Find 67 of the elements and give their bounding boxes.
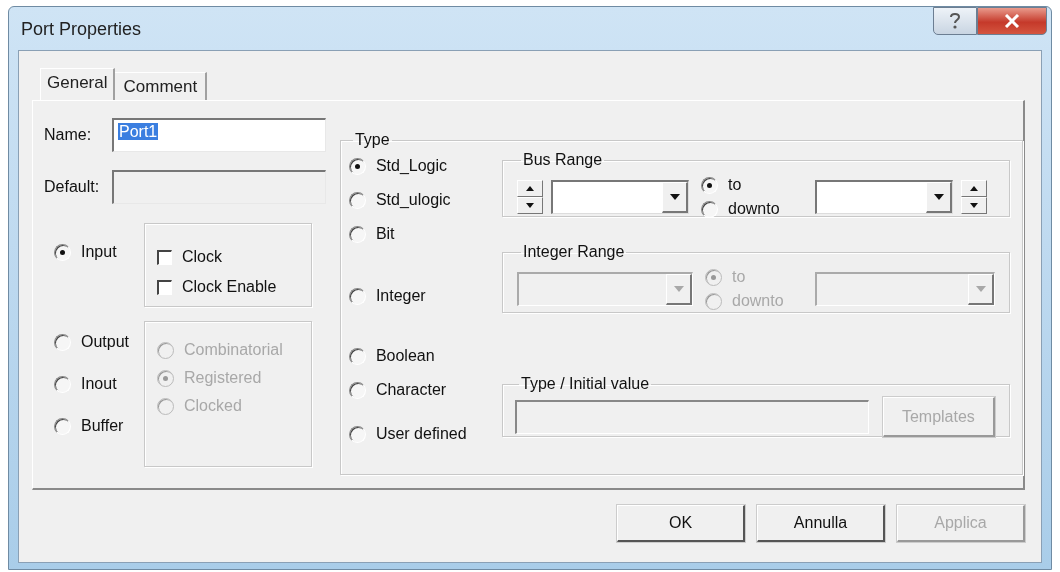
radio-button[interactable] (54, 375, 71, 393)
dialog-button[interactable]: Annulla (757, 505, 885, 542)
group-title: Bus Range (522, 151, 604, 169)
radio-button[interactable] (54, 417, 71, 435)
radio-label: Std_Logic (375, 157, 448, 175)
caret-down-icon (933, 194, 944, 200)
radio-label: Combinatorial (184, 341, 283, 359)
dropdown[interactable] (551, 180, 689, 214)
spin-down-button[interactable] (517, 197, 543, 214)
radio-label: Std_ulogic (375, 191, 451, 209)
radio-label: Registered (184, 369, 262, 387)
caret-down-icon (970, 203, 978, 208)
radio-button[interactable] (348, 157, 366, 175)
spin-up-button[interactable] (961, 180, 987, 197)
radio-label: User defined (375, 425, 467, 443)
field-value: Port1 (118, 123, 159, 140)
checkbox-label: Clock Enable (182, 278, 277, 296)
window-title: Port Properties (21, 19, 142, 40)
radio-label: Character (375, 381, 447, 399)
radio-button[interactable] (701, 200, 718, 218)
caret-up-icon (526, 186, 534, 191)
radio-label: to (732, 268, 746, 286)
field-label: Default: (44, 178, 101, 196)
caret-down-icon (975, 286, 986, 292)
caret-down-icon (669, 194, 680, 200)
radio-button[interactable] (348, 347, 366, 365)
radio-label: downto (732, 292, 784, 310)
radio-label: Integer (375, 287, 426, 305)
radio-button[interactable] (54, 333, 71, 351)
radio-label: Inout (81, 375, 117, 393)
radio-label: Bit (375, 225, 395, 243)
radio-label: Input (81, 243, 117, 261)
group-title: Type (353, 131, 391, 149)
radio-label: downto (728, 200, 780, 218)
default-field[interactable] (112, 170, 326, 204)
name-field[interactable]: Port1 (112, 118, 326, 152)
radio-button[interactable] (348, 287, 366, 305)
checkbox[interactable] (157, 279, 172, 295)
radio-button[interactable] (701, 176, 718, 194)
dialog-button[interactable]: OK (617, 505, 745, 542)
group-title: Type / Initial value (520, 375, 651, 393)
close-icon (1004, 14, 1020, 28)
radio-button[interactable] (348, 225, 366, 243)
caret-down-icon (673, 286, 684, 292)
spin-down-button[interactable] (961, 197, 987, 214)
radio-label: Clocked (184, 397, 242, 415)
radio-button[interactable] (348, 425, 366, 443)
help-icon (948, 12, 962, 30)
radio-button[interactable] (348, 191, 366, 209)
group-title: Integer Range (522, 243, 626, 261)
caret-down-icon (526, 203, 534, 208)
radio-label: to (728, 176, 742, 194)
radio-label: Output (81, 333, 130, 351)
spin-up-button[interactable] (517, 180, 543, 197)
radio-button[interactable] (54, 243, 71, 261)
caret-up-icon (970, 186, 978, 191)
checkbox[interactable] (157, 249, 172, 265)
help-button[interactable] (933, 7, 977, 35)
radio-label: Buffer (81, 417, 124, 435)
tab[interactable]: General (40, 68, 116, 100)
close-button[interactable] (977, 7, 1047, 35)
tab[interactable]: Comment (115, 72, 208, 100)
radio-button[interactable] (348, 381, 366, 399)
radio-label: Boolean (375, 347, 435, 365)
dropdown[interactable] (815, 180, 953, 214)
field-label: Name: (44, 126, 93, 144)
checkbox-label: Clock (182, 248, 222, 266)
